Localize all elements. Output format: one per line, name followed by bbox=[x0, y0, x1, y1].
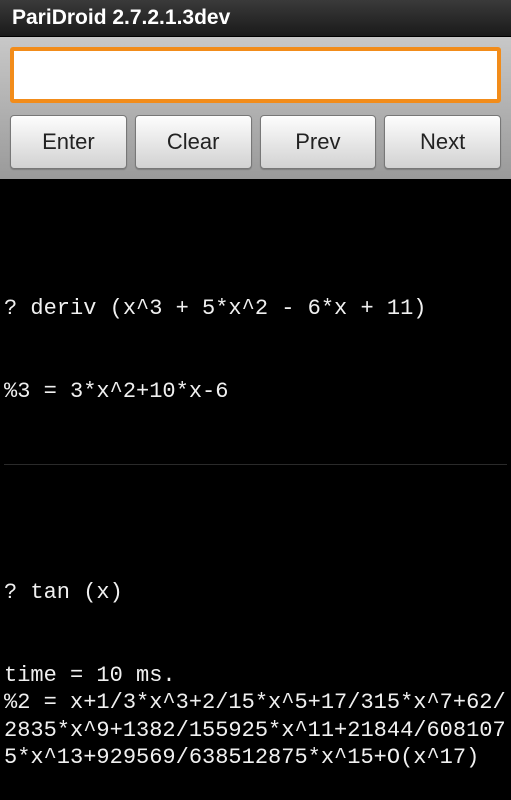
terminal-output: ? deriv (x^3 + 5*x^2 - 6*x + 11) %3 = 3*… bbox=[0, 179, 511, 800]
terminal-result: time = 10 ms. %2 = x+1/3*x^3+2/15*x^5+17… bbox=[4, 662, 507, 772]
input-panel: Enter Clear Prev Next bbox=[0, 37, 511, 179]
terminal-block: ? deriv (x^3 + 5*x^2 - 6*x + 11) %3 = 3*… bbox=[4, 236, 507, 465]
terminal-block: ? tan (x) time = 10 ms. %2 = x+1/3*x^3+2… bbox=[4, 520, 507, 800]
terminal-command: ? tan (x) bbox=[4, 579, 507, 607]
app-title: PariDroid 2.7.2.1.3dev bbox=[12, 6, 230, 29]
title-bar: PariDroid 2.7.2.1.3dev bbox=[0, 0, 511, 37]
terminal-command: ? deriv (x^3 + 5*x^2 - 6*x + 11) bbox=[4, 295, 507, 323]
terminal-result: %3 = 3*x^2+10*x-6 bbox=[4, 378, 507, 406]
button-row: Enter Clear Prev Next bbox=[10, 115, 501, 169]
prev-button[interactable]: Prev bbox=[260, 115, 377, 169]
command-input[interactable] bbox=[14, 51, 497, 99]
enter-button[interactable]: Enter bbox=[10, 115, 127, 169]
input-wrap bbox=[10, 47, 501, 103]
next-button[interactable]: Next bbox=[384, 115, 501, 169]
clear-button[interactable]: Clear bbox=[135, 115, 252, 169]
